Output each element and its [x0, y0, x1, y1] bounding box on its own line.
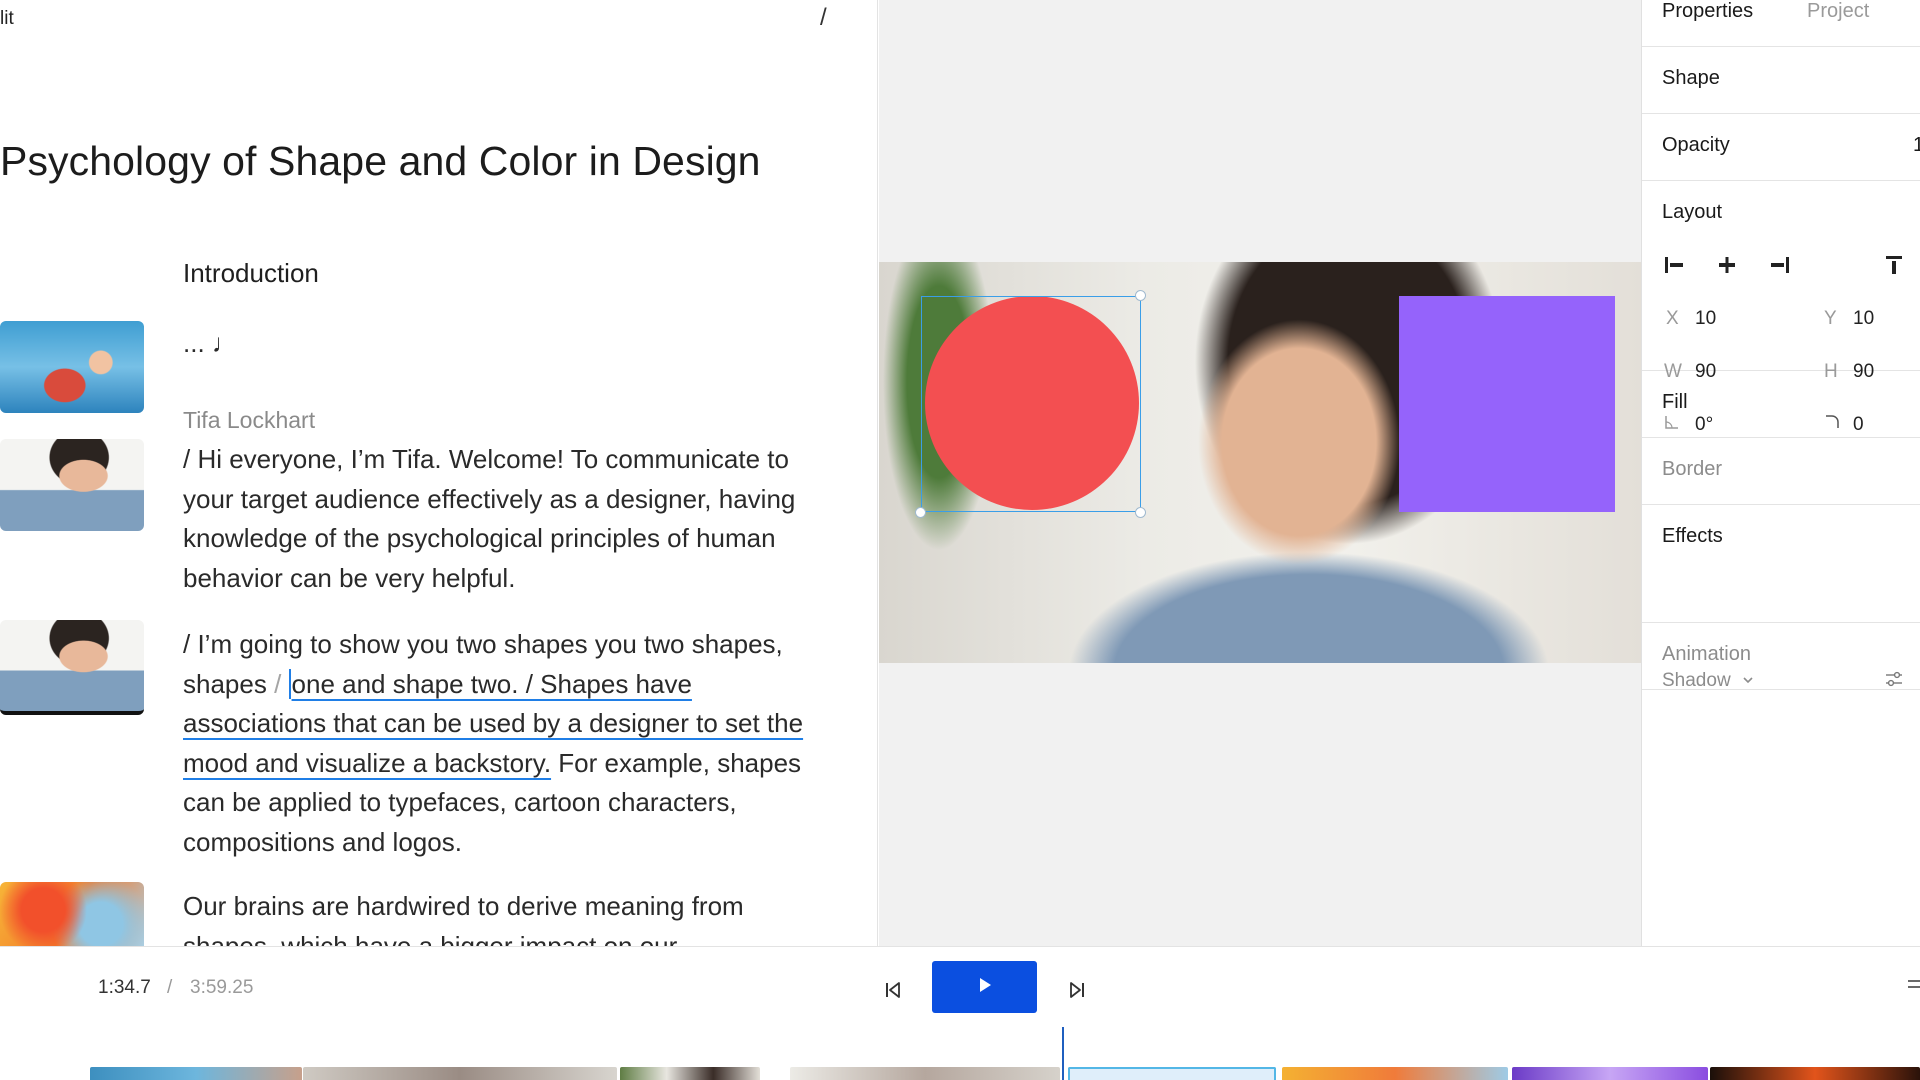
current-time: 1:34.7: [98, 977, 151, 998]
music-placeholder-line[interactable]: ... ♩: [183, 328, 238, 359]
section-heading[interactable]: Introduction: [183, 258, 319, 289]
play-icon: [976, 976, 994, 999]
resize-handle-bottom-left[interactable]: [915, 507, 926, 518]
video-frame[interactable]: [879, 262, 1641, 663]
h-label: H: [1824, 361, 1838, 382]
shape-label: Shape: [1662, 67, 1720, 89]
panel-tabs: Properties Project: [1642, 0, 1920, 47]
align-left-icon[interactable]: [1662, 253, 1686, 277]
timeline-clip[interactable]: [1710, 1067, 1920, 1080]
timeline-clip[interactable]: [620, 1067, 760, 1080]
scene-thumbnail-pool[interactable]: [0, 321, 144, 413]
square-shape[interactable]: [1399, 296, 1615, 512]
playhead[interactable]: [1062, 1027, 1064, 1080]
fill-label: Fill: [1662, 391, 1688, 413]
h-field[interactable]: 90: [1853, 361, 1874, 383]
effects-section: Effects: [1642, 505, 1920, 623]
border-label: Border: [1662, 458, 1723, 480]
top-slash: /: [820, 4, 827, 31]
properties-panel: Properties Project Shape Opacity 1 Layou…: [1641, 0, 1920, 946]
y-field[interactable]: 10: [1853, 308, 1874, 330]
scene-thumbnail-color[interactable]: [0, 882, 144, 946]
text-caret: [288, 668, 291, 699]
skip-forward-icon[interactable]: [1062, 975, 1092, 1005]
opacity-value[interactable]: 1: [1913, 134, 1920, 157]
x-label: X: [1666, 308, 1679, 329]
opacity-label: Opacity: [1662, 134, 1730, 156]
time-separator: /: [167, 977, 173, 998]
document-title[interactable]: Psychology of Shape and Color in Design: [0, 138, 761, 185]
animation-label: Animation: [1662, 643, 1751, 665]
timeline-clip[interactable]: [790, 1067, 1060, 1080]
scene-thumbnail-speaker-1[interactable]: [0, 439, 144, 531]
selection-box[interactable]: [921, 296, 1141, 512]
opacity-section[interactable]: Opacity 1: [1642, 114, 1920, 181]
tab-project[interactable]: Project: [1807, 0, 1869, 23]
fill-section[interactable]: Fill: [1642, 371, 1920, 438]
shape-section[interactable]: Shape: [1642, 47, 1920, 114]
corner-radius-field[interactable]: 0: [1853, 414, 1864, 436]
w-field[interactable]: 90: [1695, 361, 1716, 383]
settings-sliders-icon[interactable]: [1883, 668, 1905, 695]
total-time: 3:59.25: [190, 977, 254, 998]
x-field[interactable]: 10: [1695, 308, 1716, 330]
shadow-label: Shadow: [1662, 670, 1731, 691]
y-label: Y: [1824, 308, 1837, 329]
timeline-clip[interactable]: [1512, 1067, 1708, 1080]
w-label: W: [1664, 361, 1682, 382]
rotation-field[interactable]: 0°: [1695, 414, 1713, 436]
script-editor: lit / Psychology of Shape and Color in D…: [0, 0, 878, 946]
border-section[interactable]: Border: [1642, 438, 1920, 505]
transcript-paragraph[interactable]: Our brains are hardwired to derive meani…: [183, 887, 833, 946]
play-button[interactable]: [932, 961, 1037, 1013]
top-left-label: lit: [0, 8, 14, 29]
align-center-icon[interactable]: [1715, 253, 1739, 277]
resize-handle-bottom-right[interactable]: [1135, 507, 1146, 518]
timeline-clip-selected[interactable]: [1068, 1067, 1276, 1080]
transcript-paragraph[interactable]: / Hi everyone, I’m Tifa. Welcome! To com…: [183, 440, 833, 598]
corner-radius-icon: [1824, 414, 1840, 435]
preview-canvas[interactable]: [879, 0, 1641, 946]
transcript-paragraph-selected[interactable]: / I’m going to show you two shapes you t…: [183, 625, 833, 862]
chevron-down-icon: [1742, 668, 1754, 690]
skip-back-icon[interactable]: [878, 975, 908, 1005]
scene-break-marker: /: [274, 668, 289, 699]
timeline-clip[interactable]: [1282, 1067, 1508, 1080]
scene-thumbnail-speaker-2[interactable]: [0, 620, 144, 715]
shadow-dropdown[interactable]: Shadow: [1662, 668, 1754, 692]
effects-label: Effects: [1662, 525, 1723, 547]
align-top-icon[interactable]: [1882, 253, 1906, 277]
tab-properties[interactable]: Properties: [1662, 0, 1753, 23]
timeline-clip[interactable]: [303, 1067, 617, 1080]
menu-icon[interactable]: [1908, 975, 1920, 1000]
speaker-label[interactable]: Tifa Lockhart: [183, 407, 315, 434]
timeline-clip[interactable]: [90, 1067, 302, 1080]
resize-handle-top-right[interactable]: [1135, 290, 1146, 301]
rotation-icon: [1664, 414, 1680, 435]
align-right-icon[interactable]: [1768, 253, 1792, 277]
layout-label: Layout: [1662, 201, 1723, 223]
transport-bar: 1:34.7 / 3:59.25: [0, 946, 1920, 1080]
